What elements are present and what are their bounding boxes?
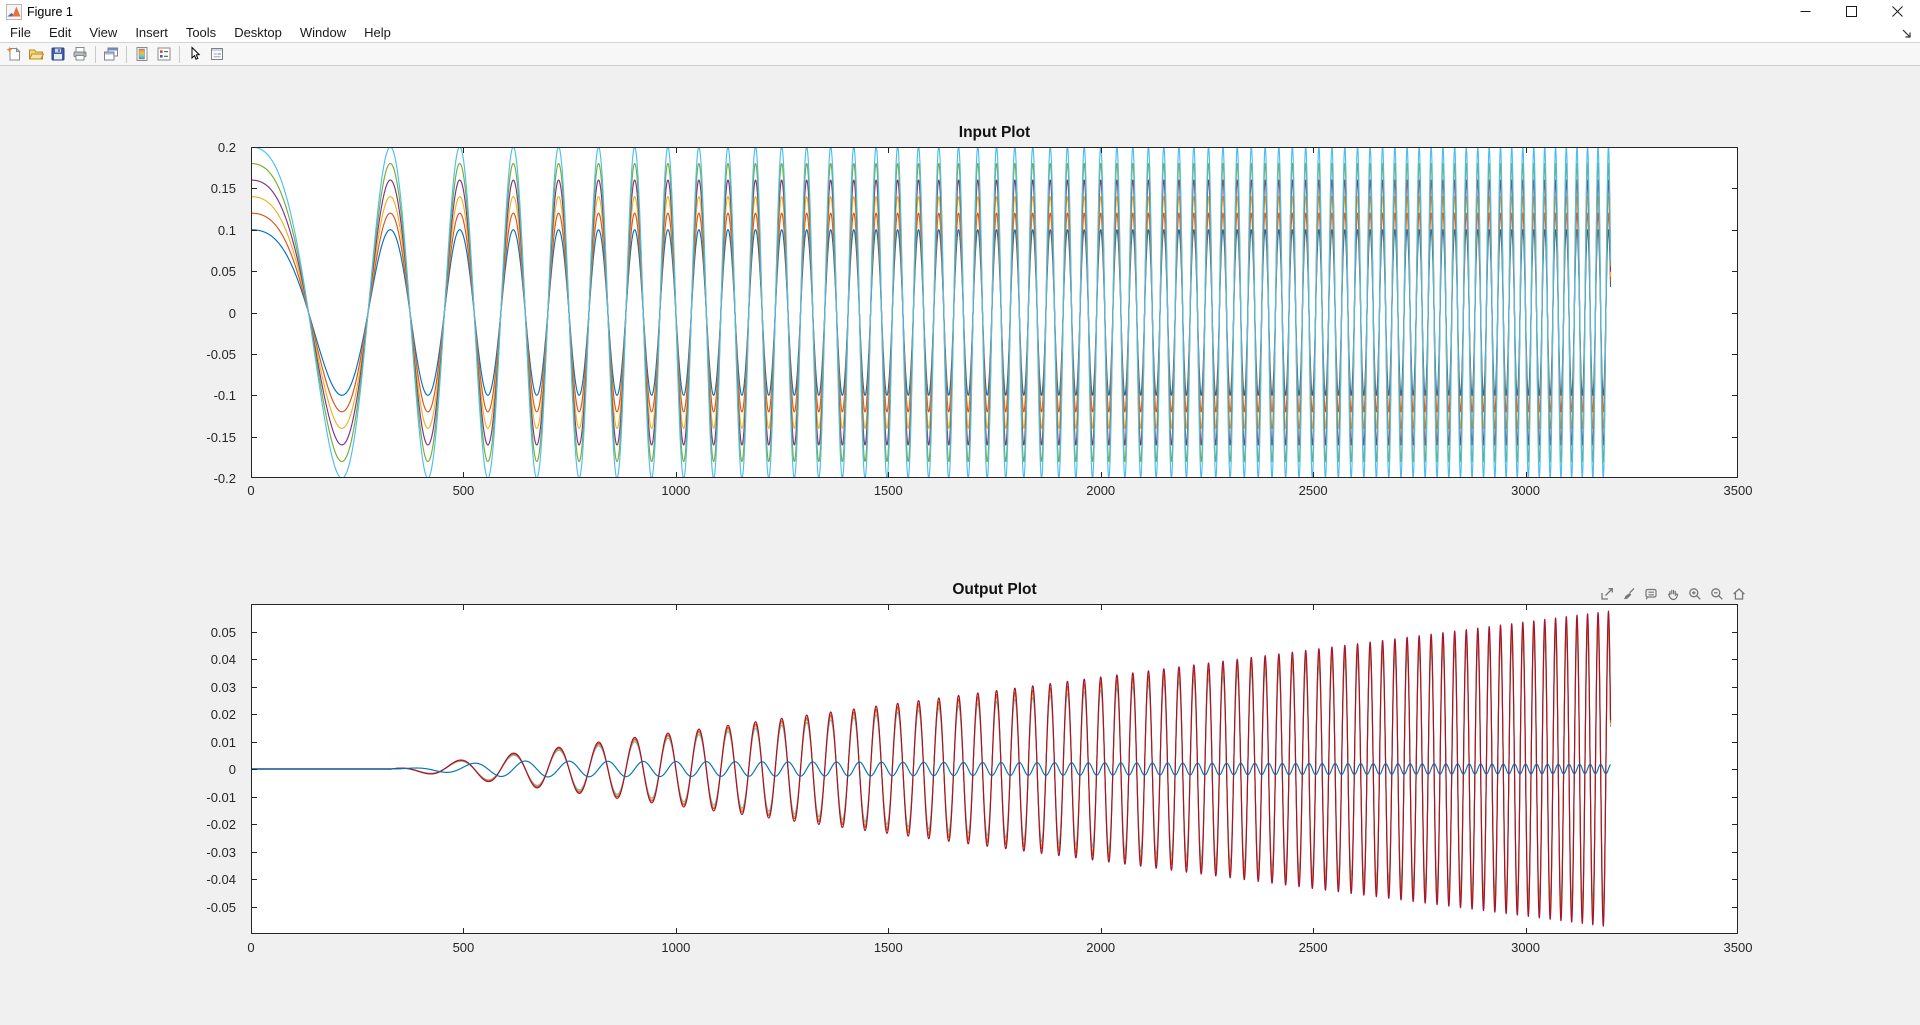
output-plot-y-tick-label: 0.03 xyxy=(163,680,236,695)
input-plot-y-tick-label: 0.15 xyxy=(163,181,236,196)
menu-item-file[interactable]: File xyxy=(1,23,40,42)
output-plot-y-tick-label: 0.05 xyxy=(163,625,236,640)
title-bar[interactable]: Figure 1 xyxy=(0,0,1920,23)
figure-toolbar xyxy=(0,42,1920,66)
new-figure-button[interactable] xyxy=(3,44,25,65)
input-plot-y-tick-label: -0.05 xyxy=(163,347,236,362)
maximize-icon xyxy=(1846,6,1857,17)
input-plot-y-tick-label: -0.1 xyxy=(163,388,236,403)
window-title: Figure 1 xyxy=(27,5,73,19)
output-plot-y-tick-label: -0.02 xyxy=(163,817,236,832)
output-plot-y-tick-label: 0.01 xyxy=(163,735,236,750)
property-inspector-icon xyxy=(209,46,225,62)
output-plot-x-tick-label: 2500 xyxy=(1278,940,1348,955)
input-plot-y-tick-label: 0.2 xyxy=(163,140,236,155)
menu-item-desktop[interactable]: Desktop xyxy=(225,23,291,42)
menu-item-insert[interactable]: Insert xyxy=(126,23,177,42)
input-plot-y-tick-label: 0.1 xyxy=(163,223,236,238)
output-plot-x-tick-label: 1000 xyxy=(641,940,711,955)
output-plot-title: Output Plot xyxy=(251,581,1738,599)
menu-item-edit[interactable]: Edit xyxy=(40,23,80,42)
close-icon xyxy=(1892,6,1903,17)
print-figure-button[interactable] xyxy=(69,44,91,65)
output-plot-x-tick-label: 1500 xyxy=(853,940,923,955)
output-plot-x-tick-label: 2000 xyxy=(1066,940,1136,955)
input-plot-x-tick-label: 3000 xyxy=(1491,483,1561,498)
link-plot-icon xyxy=(103,46,119,62)
close-button[interactable] xyxy=(1874,0,1920,23)
input-plot-x-tick-label: 2000 xyxy=(1066,483,1136,498)
matlab-logo-icon xyxy=(6,4,22,20)
figure-canvas-area: Input Plot 0 500 1000 1500 2000 2500 3000 3500 0.… xyxy=(0,66,1920,1025)
menu-item-tools[interactable]: Tools xyxy=(177,23,225,42)
output-plot-y-tick-label: 0.04 xyxy=(163,652,236,667)
input-plot-x-tick-label: 1000 xyxy=(641,483,711,498)
input-plot-title: Input Plot xyxy=(251,124,1738,142)
output-plot-y-tick-label: -0.04 xyxy=(163,872,236,887)
output-plot-canvas[interactable] xyxy=(251,604,1738,934)
print-figure-icon xyxy=(72,46,88,62)
new-figure-icon xyxy=(6,46,22,62)
edit-plot-button[interactable] xyxy=(184,44,206,65)
save-figure-button[interactable] xyxy=(47,44,69,65)
output-plot-y-tick-label: -0.05 xyxy=(163,900,236,915)
menu-item-window[interactable]: Window xyxy=(291,23,355,42)
output-plot-y-tick-label: 0.02 xyxy=(163,707,236,722)
maximize-button[interactable] xyxy=(1828,0,1874,23)
insert-colorbar-button[interactable] xyxy=(131,44,153,65)
link-plot-button[interactable] xyxy=(100,44,122,65)
output-plot-x-tick-label: 500 xyxy=(428,940,498,955)
save-figure-icon xyxy=(50,46,66,62)
menu-bar: FileEditViewInsertToolsDesktopWindowHelp xyxy=(0,23,1920,42)
output-plot-x-tick-label: 0 xyxy=(216,940,286,955)
output-plot-x-tick-label: 3500 xyxy=(1703,940,1773,955)
output-plot-y-tick-label: 0 xyxy=(163,762,236,777)
input-plot-canvas[interactable] xyxy=(251,147,1738,478)
input-plot-y-tick-label: 0.05 xyxy=(163,264,236,279)
insert-legend-button[interactable] xyxy=(153,44,175,65)
input-plot-x-tick-label: 500 xyxy=(428,483,498,498)
input-plot-y-tick-label: 0 xyxy=(163,306,236,321)
insert-colorbar-icon xyxy=(134,46,150,62)
menu-item-help[interactable]: Help xyxy=(355,23,400,42)
menu-item-view[interactable]: View xyxy=(80,23,126,42)
toolbar-separator xyxy=(126,46,127,63)
output-plot-y-tick-label: -0.01 xyxy=(163,790,236,805)
minimize-icon xyxy=(1800,6,1811,17)
open-file-button[interactable] xyxy=(25,44,47,65)
input-plot-x-tick-label: 1500 xyxy=(853,483,923,498)
output-plot-x-tick-label: 3000 xyxy=(1491,940,1561,955)
toolbar-separator xyxy=(95,46,96,63)
input-plot-y-tick-label: -0.15 xyxy=(163,430,236,445)
input-plot-x-tick-label: 3500 xyxy=(1703,483,1773,498)
edit-plot-icon xyxy=(187,46,203,62)
toolbar-overflow-arrow-icon[interactable] xyxy=(1901,28,1913,40)
property-inspector-button[interactable] xyxy=(206,44,228,65)
output-plot-y-tick-label: -0.03 xyxy=(163,845,236,860)
input-plot-y-tick-label: -0.2 xyxy=(163,471,236,486)
minimize-button[interactable] xyxy=(1782,0,1828,23)
toolbar-separator xyxy=(179,46,180,63)
matlab-figure-window: Figure 1 FileEditViewInsertToolsDesktopW… xyxy=(0,0,1920,1025)
input-plot-x-tick-label: 2500 xyxy=(1278,483,1348,498)
insert-legend-icon xyxy=(156,46,172,62)
open-file-icon xyxy=(28,46,44,62)
